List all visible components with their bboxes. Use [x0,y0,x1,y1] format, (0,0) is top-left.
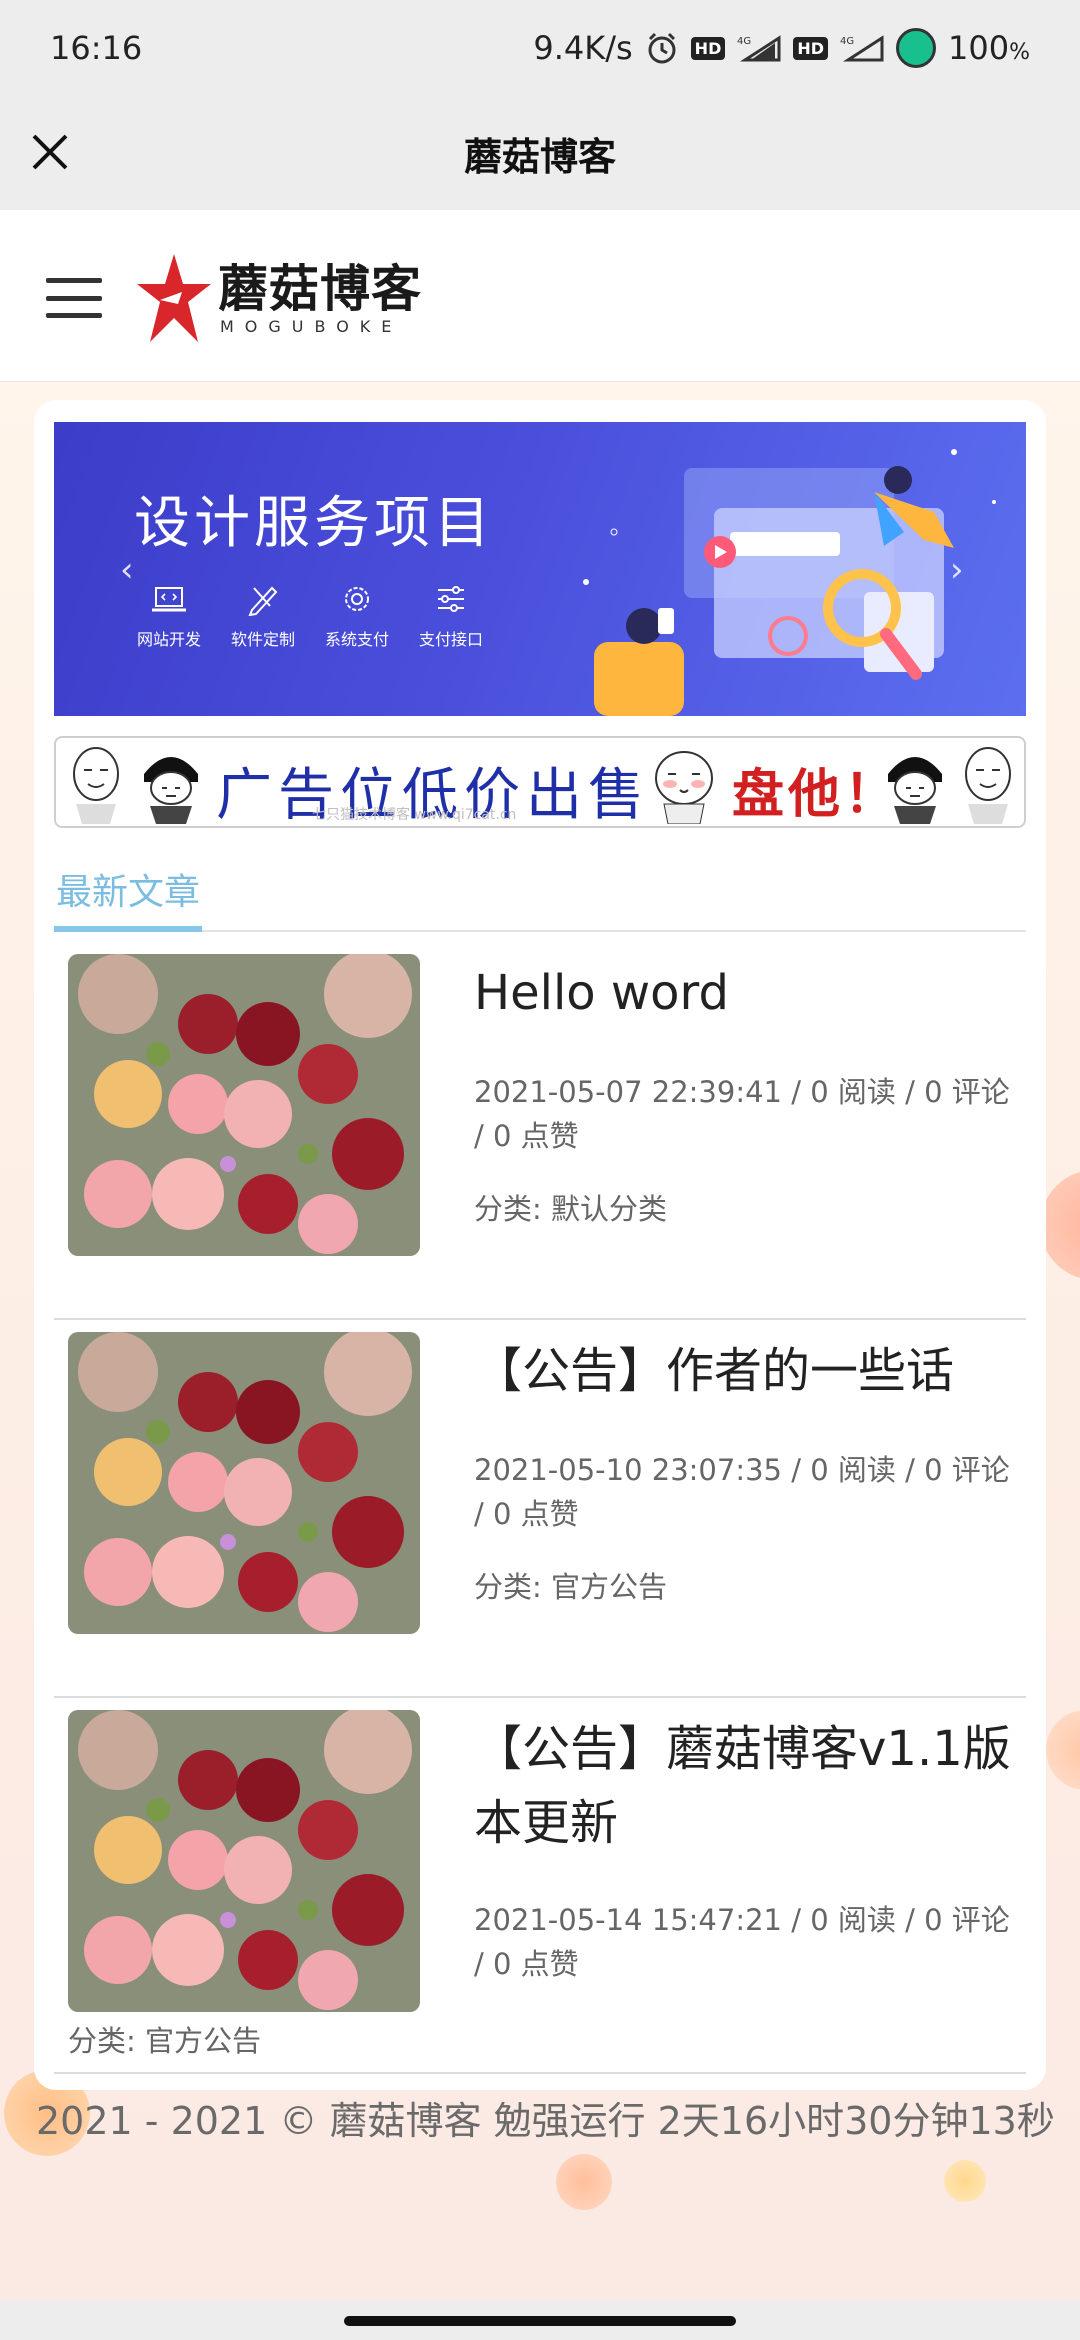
flower-bouquet-image [68,1332,420,1634]
status-icons: 9.4K/s HD 4G HD 4G 100% [533,28,1030,68]
star-logo-icon [137,254,211,342]
logo-en: MOGUBOKE [220,316,403,336]
article-divider [54,2072,1026,2074]
net-label-1: 4G [737,36,751,47]
network-speed: 9.4K/s [533,29,633,67]
meme-face-icon [73,747,119,824]
ad-subtext: 七只猫技术博客 www.qi7cat.cn [312,807,517,823]
pencil-ruler-icon [248,586,278,616]
decor-bubble [1040,1170,1080,1280]
status-bar: 16:16 9.4K/s HD 4G HD 4G 100% [0,0,1080,96]
home-gesture-bar[interactable] [344,2316,736,2326]
feature-label: 系统支付 [324,630,389,649]
meme-face-icon-2 [965,747,1011,824]
article-thumbnail[interactable] [68,954,420,1256]
section-tabs: 最新文章 [54,862,1026,932]
feature-label: 网站开发 [136,630,201,649]
article-category: 分类: 官方公告 [474,1570,667,1604]
article-item[interactable]: 【公告】蘑菇博客v1.1版本更新 2021-05-14 15:47:21 / 0… [54,1696,1026,2074]
menu-icon-line [46,295,102,301]
article-thumbnail[interactable] [68,1710,420,2012]
banner-carousel[interactable]: ‹ › 设计服务项目 网站开发 软件定制 系统支付 支付接口 [54,422,1026,716]
decor-bubble [1046,1710,1080,1790]
article-meta: 2021-05-10 23:07:35 / 0 阅读 / 0 评论 / 0 点赞 [474,1453,1010,1531]
feature-label: 支付接口 [418,630,483,649]
article-category: 分类: 官方公告 [68,2024,261,2058]
flower-bouquet-image [68,1710,420,2012]
sliders-icon [438,586,464,612]
hd-icon-2: HD [793,36,829,60]
alarm-icon [648,32,676,64]
site-footer: 2021 - 2021 © 蘑菇博客 勉强运行 2天16小时30分钟13秒 [36,2099,1055,2143]
decor-bubble [556,2154,612,2210]
feature-payment: 系统支付 [324,582,390,650]
mushroom-head-icon [144,757,198,824]
blush-face-icon [655,751,713,824]
status-time: 16:16 [50,29,143,67]
feature-label: 软件定制 [230,630,295,649]
article-thumbnail[interactable] [68,1332,420,1634]
article-title[interactable]: 【公告】作者的一些话 [474,1334,1014,1408]
carousel-prev-icon[interactable]: ‹ [120,550,134,590]
gear-icon [345,587,369,611]
close-button[interactable] [24,126,76,178]
article-item[interactable]: Hello word 2021-05-07 22:39:41 / 0 阅读 / … [54,940,1026,1318]
menu-button[interactable] [46,278,102,318]
menu-icon-line [46,278,102,283]
tab-latest-articles[interactable]: 最新文章 [54,862,203,932]
feature-software: 软件定制 [230,582,296,650]
close-icon [32,134,68,170]
ad-highlight: 盘他！ [732,764,901,825]
battery-level: 100% [948,29,1030,67]
banner-title: 设计服务项目 [134,491,494,556]
site-header: 蘑菇博客 MOGUBOKE [0,210,1080,382]
banner-illustration [583,449,996,716]
article-title[interactable]: Hello word [474,956,1014,1030]
logo-text: 蘑菇博客 MOGUBOKE [218,261,422,336]
laptop-code-icon [152,587,186,612]
title-bar: 蘑菇博客 [0,96,1080,210]
ad-banner[interactable]: 广告位低价出售 七只猫技术博客 www.qi7cat.cn 盘他！ [54,736,1026,828]
logo-cn: 蘑菇博客 [218,259,422,318]
banner-features: 网站开发 软件定制 系统支付 支付接口 [136,582,484,650]
article-category: 分类: 默认分类 [474,1192,667,1226]
signal-4g-icon-2: 4G [840,35,884,62]
site-logo[interactable]: 蘑菇博客 MOGUBOKE [136,252,422,344]
net-label-2: 4G [840,36,854,47]
signal-4g-icon: 4G [737,35,781,62]
decor-bubble [944,2160,986,2202]
menu-icon-line [46,313,102,318]
flower-bouquet-image [68,954,420,1256]
content-card: ‹ › 设计服务项目 网站开发 软件定制 系统支付 支付接口 广告位低价出售 七… [34,400,1046,2090]
article-title[interactable]: 【公告】蘑菇博客v1.1版本更新 [474,1712,1014,1860]
navigation-bar [0,2300,1080,2340]
hd-icon: HD [690,36,726,60]
article-meta: 2021-05-07 22:39:41 / 0 阅读 / 0 评论 / 0 点赞 [474,1075,1010,1153]
article-meta: 2021-05-14 15:47:21 / 0 阅读 / 0 评论 / 0 点赞 [474,1903,1010,1981]
page-title: 蘑菇博客 [463,134,616,179]
article-item[interactable]: 【公告】作者的一些话 2021-05-10 23:07:35 / 0 阅读 / … [54,1318,1026,1696]
feature-api: 支付接口 [418,582,484,650]
mushroom-head-icon-2 [888,757,942,824]
feature-web: 网站开发 [136,582,202,650]
webview[interactable]: 蘑菇博客 MOGUBOKE ‹ › 设计服务项目 网站开发 软件定制 系统支付 … [0,210,1080,2300]
battery-icon [896,28,937,68]
